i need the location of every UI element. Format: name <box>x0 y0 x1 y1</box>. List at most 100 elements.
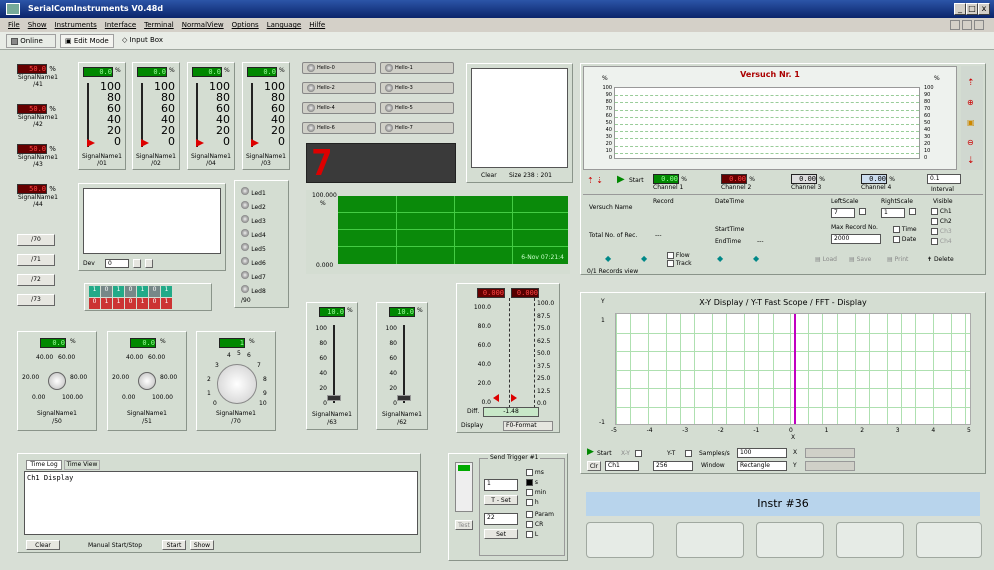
bargraph-03[interactable]: 0.0 % 100 80 60 40 20 0 SignalName1 /03 <box>242 62 290 170</box>
maximize-button[interactable]: □ <box>966 3 978 15</box>
edit-mode-button[interactable]: ▣ Edit Mode <box>60 34 114 48</box>
bit-cell[interactable]: 0 <box>125 298 136 309</box>
menu-instruments[interactable]: Instruments <box>55 18 97 32</box>
button-71[interactable]: /71 <box>17 254 55 266</box>
fft-size-select[interactable]: 256 <box>653 461 693 471</box>
samples-input[interactable]: 100 <box>737 448 787 458</box>
visible-ch3[interactable]: Ch3 <box>931 228 952 236</box>
unit-min[interactable]: min <box>526 489 546 497</box>
zoom-out-icon[interactable]: ⊖ <box>967 138 974 147</box>
visible-ch4[interactable]: Ch4 <box>931 238 952 246</box>
slider-63-thumb[interactable] <box>327 395 341 401</box>
bargraph-02[interactable]: 0.0 % 100 80 60 40 20 0 SignalName1 /02 <box>132 62 180 170</box>
mdi-minimize[interactable] <box>950 20 960 30</box>
time-log-textarea[interactable]: Ch1 Display <box>24 471 418 535</box>
bit-cell[interactable]: 0 <box>101 286 112 297</box>
instr-button-3[interactable] <box>756 522 824 558</box>
option-lf[interactable]: L <box>526 531 538 539</box>
nav-prev-icon[interactable]: ◆ <box>641 254 647 263</box>
trigger-test-button[interactable]: Test <box>455 520 473 530</box>
menu-normalview[interactable]: NormalView <box>182 18 224 32</box>
button-72[interactable]: /72 <box>17 274 55 286</box>
time-log-show-button[interactable]: Show <box>190 540 214 550</box>
switch-hello-5[interactable]: Hello-5 <box>380 102 454 114</box>
nav-first-icon[interactable]: ◆ <box>605 254 611 263</box>
minimize-button[interactable]: _ <box>954 3 966 15</box>
save-button[interactable]: ▤ Save <box>849 256 871 264</box>
print-button[interactable]: ▤ Print <box>887 256 908 264</box>
menu-file[interactable]: File <box>8 18 20 32</box>
arrow-up-icon[interactable]: ⇡ <box>967 78 975 88</box>
yt-checkbox[interactable] <box>685 449 692 457</box>
menu-help[interactable]: Hilfe <box>309 18 325 32</box>
zoom-in-icon[interactable]: ⊕ <box>967 98 974 107</box>
bit-cell[interactable]: 1 <box>137 298 148 309</box>
knob-51[interactable]: 0.0 % 40.00 60.00 20.00 80.00 0.00 100.0… <box>107 331 187 431</box>
menu-terminal[interactable]: Terminal <box>144 18 174 32</box>
bit-cell[interactable]: 0 <box>89 298 100 309</box>
menu-options[interactable]: Options <box>232 18 259 32</box>
unit-h[interactable]: h <box>526 499 539 507</box>
tab-time-view[interactable]: Time View <box>64 460 100 470</box>
button-73[interactable]: /73 <box>17 294 55 306</box>
menu-show[interactable]: Show <box>28 18 47 32</box>
input-box-button[interactable]: ◇ Input Box <box>118 34 168 48</box>
instr-button-2[interactable] <box>676 522 744 558</box>
chart2-clear-button[interactable]: Clr <box>587 461 601 471</box>
bit-cell[interactable]: 0 <box>125 286 136 297</box>
bit-cell[interactable]: 1 <box>113 298 124 309</box>
button-70[interactable]: /70 <box>17 234 55 246</box>
bit-cell[interactable]: 1 <box>161 286 172 297</box>
online-button[interactable]: Online <box>6 34 56 48</box>
switch-hello-3[interactable]: Hello-3 <box>380 82 454 94</box>
fit-icon[interactable]: ▣ <box>967 118 975 127</box>
rightscale-select[interactable]: 1 <box>881 208 905 218</box>
option-param[interactable]: Param <box>526 511 554 519</box>
dev-next-button[interactable] <box>145 259 153 268</box>
time-log-start-button[interactable]: Start <box>162 540 186 550</box>
time-log-clear-button[interactable]: Clear <box>26 540 60 550</box>
knob-51-dial[interactable] <box>138 372 156 390</box>
bit-cell[interactable]: 1 <box>89 286 100 297</box>
mdi-close[interactable] <box>974 20 984 30</box>
bit-cell[interactable]: 0 <box>149 298 160 309</box>
trigger-switch[interactable] <box>455 462 473 512</box>
trigger-set-button[interactable]: Set <box>484 529 518 539</box>
arrow-down-icon[interactable]: ⇣ <box>967 156 975 166</box>
tab-time-log[interactable]: Time Log <box>26 460 62 470</box>
trigger-param-input[interactable]: 22 <box>484 513 518 525</box>
text-box-area[interactable] <box>83 188 221 254</box>
image-box[interactable]: Clear Size 238 : 201 <box>466 63 573 183</box>
slider-62-thumb[interactable] <box>397 395 411 401</box>
chart2-start-icon[interactable]: ▶ <box>587 447 594 457</box>
time-checkbox[interactable]: Time <box>893 226 917 234</box>
delete-button[interactable]: ✝ Delete <box>927 256 954 264</box>
option-cr[interactable]: CR <box>526 521 543 529</box>
interval-select[interactable]: 0.1 <box>927 174 961 184</box>
chart1-start-icon[interactable]: ▶ <box>617 174 625 185</box>
switch-hello-6[interactable]: Hello-6 <box>302 122 376 134</box>
nav-next-icon[interactable]: ◆ <box>717 254 723 263</box>
switch-hello-7[interactable]: Hello-7 <box>380 122 454 134</box>
nav-last-icon[interactable]: ◆ <box>753 254 759 263</box>
maxrec-select[interactable]: 2000 <box>831 234 881 244</box>
switch-hello-0[interactable]: Hello-0 <box>302 62 376 74</box>
slider-62[interactable]: 10.0 % 100 80 60 40 20 0 SignalName1 /62 <box>376 302 428 430</box>
diff-display-select[interactable]: F0-Format <box>503 421 553 431</box>
menu-language[interactable]: Language <box>267 18 302 32</box>
mdi-restore[interactable] <box>962 20 972 30</box>
switch-hello-1[interactable]: Hello-1 <box>380 62 454 74</box>
close-button[interactable]: x <box>978 3 990 15</box>
slider-63[interactable]: 10.0 % 100 80 60 40 20 0 SignalName1 /63 <box>306 302 358 430</box>
dev-input[interactable]: 0 <box>105 259 129 268</box>
bargraph-01[interactable]: 0.0 % 100 80 60 40 20 0 SignalName1 /01 <box>78 62 126 170</box>
big-knob-70[interactable]: 1 % 4 5 6 3 7 2 8 1 9 0 10 SignalName1 /… <box>196 331 276 431</box>
xy-checkbox[interactable] <box>635 449 642 457</box>
unit-ms[interactable]: ms <box>526 469 544 477</box>
dev-prev-button[interactable] <box>133 259 141 268</box>
instr-button-5[interactable] <box>916 522 982 558</box>
bit-cell[interactable]: 1 <box>161 298 172 309</box>
instr-button-4[interactable] <box>836 522 904 558</box>
bit-cell[interactable]: 1 <box>137 286 148 297</box>
rightscale-checkbox[interactable] <box>909 208 916 216</box>
